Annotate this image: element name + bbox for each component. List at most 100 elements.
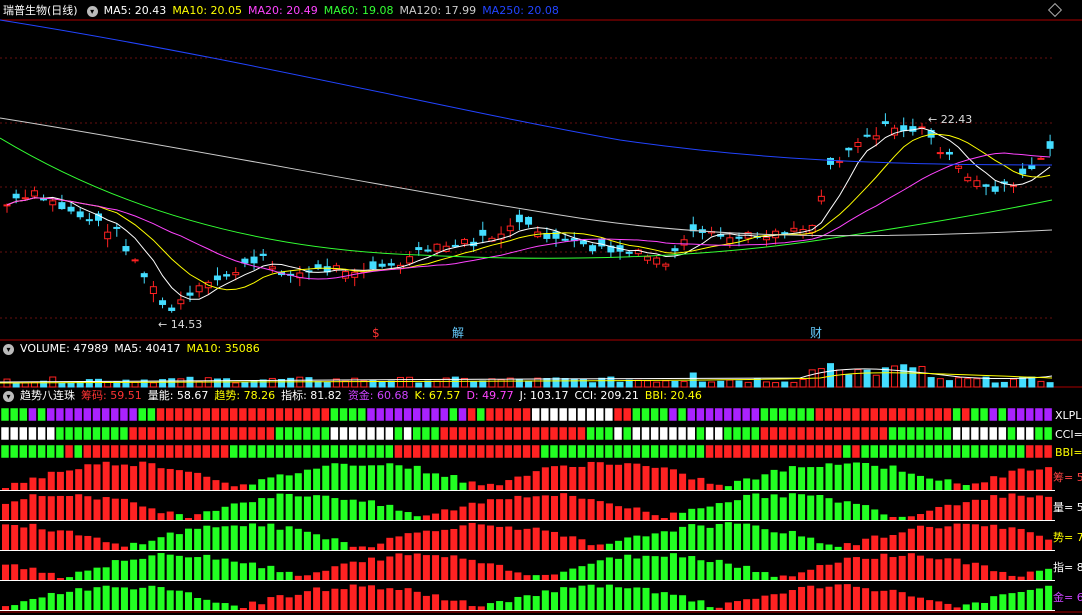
status-band-cell [815,444,824,459]
histogram-bar [194,528,202,550]
histogram-bar [605,464,613,490]
histogram-bar [843,584,851,610]
histogram-bar [130,502,138,520]
candle-body [387,263,395,266]
status-band-cell [558,444,568,459]
histogram-bar [843,557,851,580]
status-band-cell [613,407,623,422]
status-band-cell [568,426,577,441]
status-band-cell [906,407,916,422]
histogram-bar [981,526,989,550]
histogram-bar [889,535,897,550]
status-band-cell [915,407,925,422]
volume-bar [305,377,313,388]
status-band-cell [870,407,879,422]
histogram-bar [157,468,165,490]
histogram-bar [395,590,403,610]
histogram-bar [578,498,586,520]
histogram-bar [1026,532,1034,550]
volume-bar [836,369,844,388]
histogram-bar [578,566,586,580]
histogram-bar [75,535,83,550]
histogram-bar [569,466,577,490]
histogram-bar [194,597,202,610]
histogram-bar [111,543,119,550]
histogram-bar [294,473,302,490]
status-band-cell [147,444,156,459]
histogram-bar [20,499,28,520]
histogram-bar [303,469,311,490]
status-band-cell [156,407,165,422]
status-band-cell [247,426,257,441]
histogram-bar [935,601,943,610]
status-band-cell [73,407,83,422]
histogram-bar [413,516,421,520]
histogram-bar [221,558,229,580]
status-band-cell [952,444,961,459]
histogram-bar [843,501,851,520]
histogram-bar [185,557,192,580]
histogram-bar [130,466,138,490]
status-band-cell [485,426,495,441]
histogram-bar [971,562,979,580]
status-band-cell [229,407,238,422]
status-band-cell [677,426,687,441]
status-band-cell [805,426,815,441]
status-band-cell [458,407,467,422]
histogram-bar [514,529,522,550]
histogram-bar [715,523,723,550]
histogram-bar [514,495,522,520]
status-band-cell [366,444,376,459]
histogram-bar [926,558,934,580]
histogram-bar [66,530,74,550]
volume-bar [881,367,889,388]
status-band-cell [769,444,778,459]
candle-body [250,256,258,264]
histogram-bar [276,474,284,490]
bar-row-label-4: 金= 6 [1053,590,1082,604]
histogram-bar [532,496,540,520]
histogram-bar [1026,470,1034,490]
volume-bar [909,367,917,388]
histogram-bar [825,564,833,580]
histogram-bar [862,588,870,610]
histogram-bar [56,471,64,490]
status-band-cell [687,426,696,441]
status-band-cell [970,444,980,459]
status-band-cell [275,407,284,422]
histogram-bar [349,561,357,580]
histogram-bar [166,468,174,490]
status-band-cell [128,407,138,422]
histogram-bar [779,533,787,550]
candle-body [543,232,551,239]
status-band-cell [156,426,165,441]
histogram-bar [313,468,321,490]
status-band-cell [64,444,74,459]
status-band-cell [934,426,943,441]
status-band-cell [101,407,110,422]
histogram-bar [368,465,375,490]
volume-bar [470,381,478,388]
status-band-cell [467,407,476,422]
volume-bar [1010,378,1017,388]
status-band-cell [403,444,412,459]
histogram-bar [798,494,806,520]
histogram-bar [642,555,650,580]
candle-body [762,236,770,241]
histogram-bar [477,524,485,550]
status-band-cell [1034,426,1044,441]
status-band-cell [494,426,504,441]
histogram-bar [422,530,430,550]
histogram-bar [917,514,924,520]
histogram-bar [331,588,339,610]
status-band-cell [266,426,275,441]
histogram-bar [825,498,833,520]
histogram-bar [239,526,247,550]
candle-body [461,239,468,245]
histogram-bar [917,525,924,550]
histogram-bar [486,499,494,520]
volume-bar [287,377,295,388]
histogram-bar [47,531,55,550]
histogram-bar [953,523,961,550]
histogram-bar [706,506,714,520]
